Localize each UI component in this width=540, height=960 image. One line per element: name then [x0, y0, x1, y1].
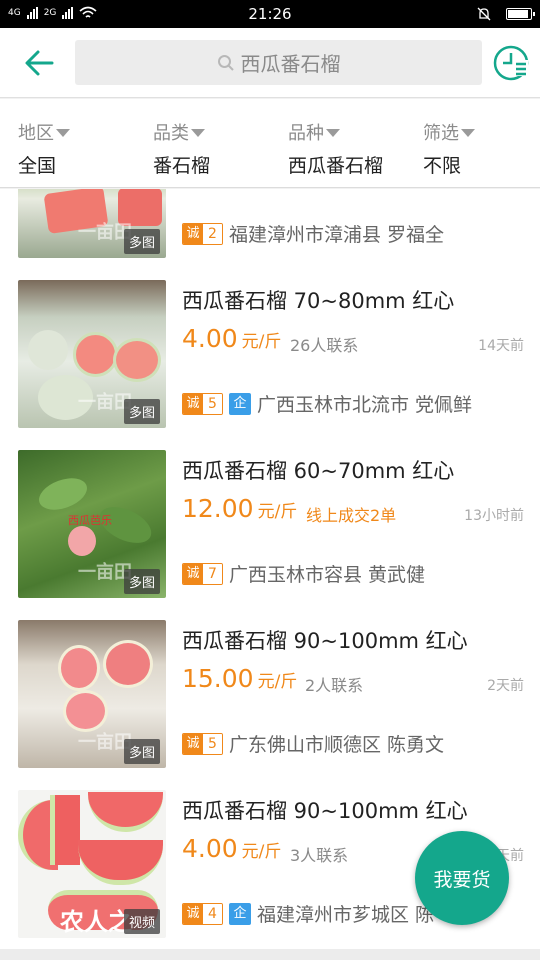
product-title: 西瓜番石榴 60~70mm 红心 [182, 459, 455, 483]
price-unit: 元/斤 [257, 502, 298, 522]
back-arrow-icon[interactable] [22, 46, 58, 80]
thumbnail-caption: 西瓜芭乐 [68, 514, 112, 527]
contact-count: 26人联系 [290, 336, 359, 355]
seller-location: 广西玉林市北流市 党佩鲜 [257, 394, 473, 416]
credit-label: 诚 [183, 733, 203, 754]
filter-more[interactable]: 筛选 不限 [423, 119, 475, 178]
post-time: 14天前 [478, 338, 524, 354]
dropdown-arrow-icon [56, 129, 70, 137]
product-listing[interactable]: 一亩田 多图 西瓜番石榴 90~100mm 红心 15.00 元/斤 2人联系 2… [0, 620, 540, 790]
enterprise-badge: 企 [229, 392, 251, 415]
credit-badge: 诚5 [182, 392, 223, 415]
credit-level: 5 [203, 393, 222, 414]
filter-label: 筛选 [423, 123, 459, 144]
search-query-text: 西瓜番石榴 [240, 52, 341, 76]
price-unit: 元/斤 [241, 332, 282, 352]
status-bar: 4G 2G 21:26 [0, 0, 540, 28]
credit-label: 诚 [183, 563, 203, 584]
product-thumbnail[interactable]: 一亩田 多图 [18, 189, 166, 258]
filter-label: 品类 [153, 123, 189, 144]
search-icon [217, 54, 234, 71]
product-thumbnail[interactable]: 农人之 视频 [18, 790, 166, 938]
price: 12.00 [182, 494, 254, 523]
search-input[interactable]: 西瓜番石榴 [75, 40, 482, 85]
credit-level: 5 [203, 733, 222, 754]
media-badge: 多图 [123, 229, 160, 254]
credit-label: 诚 [183, 223, 203, 244]
media-badge: 视频 [123, 909, 160, 934]
price: 4.00 [182, 834, 238, 863]
seller-location: 广西玉林市容县 黄武健 [229, 564, 426, 586]
filter-value: 全国 [18, 155, 57, 177]
media-badge: 多图 [123, 399, 160, 424]
product-listing[interactable]: 西瓜芭乐 一亩田 多图 西瓜番石榴 60~70mm 红心 12.00 元/斤 线上… [0, 450, 540, 620]
media-badge: 多图 [123, 569, 160, 594]
request-goods-button[interactable]: 我要货 [415, 831, 509, 925]
filter-label: 品种 [288, 123, 324, 144]
contact-count: 2人联系 [305, 676, 364, 695]
bottom-edge [0, 949, 540, 960]
filter-region[interactable]: 地区 全国 [18, 119, 70, 178]
filter-variety[interactable]: 品种 西瓜番石榴 [288, 119, 383, 178]
credit-level: 4 [203, 903, 222, 924]
price-unit: 元/斤 [241, 842, 282, 862]
price: 4.00 [182, 324, 238, 353]
credit-level: 2 [203, 223, 222, 244]
contact-count: 3人联系 [290, 846, 349, 865]
credit-badge: 诚2 [182, 222, 223, 245]
post-time: 2天前 [487, 678, 524, 694]
product-thumbnail[interactable]: 西瓜芭乐 一亩田 多图 [18, 450, 166, 598]
filter-category[interactable]: 品类 番石榴 [153, 119, 210, 178]
dropdown-arrow-icon [191, 129, 205, 137]
product-title: 西瓜番石榴 70~80mm 红心 [182, 289, 455, 313]
credit-badge: 诚7 [182, 562, 223, 585]
filter-label: 地区 [18, 123, 54, 144]
price-unit: 元/斤 [257, 672, 298, 692]
thumbnail-caption: 农人之 [60, 907, 132, 936]
seller-location: 福建漳州市漳浦县 罗福全 [229, 224, 445, 246]
battery-icon [506, 8, 535, 20]
credit-badge: 诚4 [182, 902, 223, 925]
dropdown-arrow-icon [326, 129, 340, 137]
seller-location: 福建漳州市芗城区 陈 [257, 904, 435, 926]
price: 15.00 [182, 664, 254, 693]
search-header: 西瓜番石榴 [0, 28, 540, 98]
filter-value: 不限 [423, 155, 462, 177]
enterprise-badge: 企 [229, 902, 251, 925]
credit-label: 诚 [183, 903, 203, 924]
filter-value: 番石榴 [153, 155, 211, 177]
dropdown-arrow-icon [461, 129, 475, 137]
credit-level: 7 [203, 563, 222, 584]
media-badge: 多图 [123, 739, 160, 764]
mute-bell-icon [477, 7, 491, 21]
product-thumbnail[interactable]: 一亩田 多图 [18, 280, 166, 428]
product-title: 西瓜番石榴 90~100mm 红心 [182, 629, 468, 653]
credit-badge: 诚5 [182, 732, 223, 755]
filter-bar: 地区 全国 品类 番石榴 品种 西瓜番石榴 筛选 不限 [0, 99, 540, 188]
filter-value: 西瓜番石榴 [288, 155, 384, 177]
seller-location: 广东佛山市顺德区 陈勇文 [229, 734, 445, 756]
clock: 21:26 [248, 5, 292, 23]
product-thumbnail[interactable]: 一亩田 多图 [18, 620, 166, 768]
product-title: 西瓜番石榴 90~100mm 红心 [182, 799, 468, 823]
deal-count: 线上成交2单 [306, 506, 397, 525]
product-listing[interactable]: 一亩田 多图 诚2 福建漳州市漳浦县 罗福全 [0, 189, 540, 280]
post-time: 13小时前 [464, 508, 524, 524]
credit-label: 诚 [183, 393, 203, 414]
history-list-icon[interactable] [492, 44, 530, 82]
product-listing[interactable]: 一亩田 多图 西瓜番石榴 70~80mm 红心 4.00 元/斤 26人联系 14… [0, 280, 540, 450]
